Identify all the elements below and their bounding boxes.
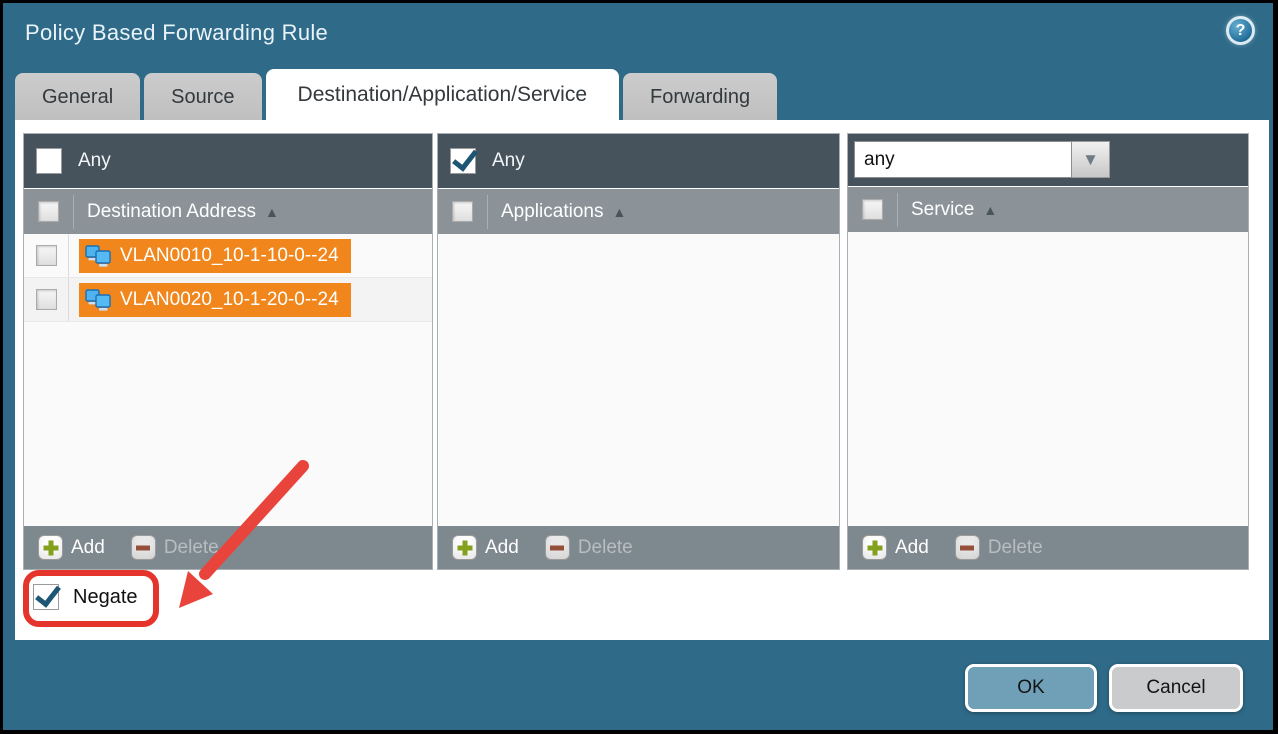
tab-source[interactable]: Source <box>144 73 261 121</box>
table-row[interactable]: VLAN0010_10-1-10-0--24 <box>24 234 432 278</box>
destination-list: VLAN0010_10-1-10-0--24 VLAN <box>24 234 432 525</box>
service-dropdown-row: ▼ <box>848 134 1248 186</box>
destination-any-checkbox[interactable] <box>36 148 62 174</box>
add-button[interactable]: Add <box>38 535 105 560</box>
header-divider <box>897 193 898 227</box>
header-divider <box>487 195 488 229</box>
tab-bar: General Source Destination/Application/S… <box>15 65 777 121</box>
add-button[interactable]: Add <box>452 535 519 560</box>
destination-column-title: Destination Address <box>87 201 256 223</box>
applications-any-label: Any <box>492 150 525 172</box>
service-dropdown-input[interactable] <box>854 141 1072 178</box>
address-chip: VLAN0020_10-1-20-0--24 <box>79 283 351 317</box>
delete-icon <box>955 535 980 560</box>
add-icon <box>452 535 477 560</box>
dialog-title: Policy Based Forwarding Rule <box>25 20 328 46</box>
sort-asc-icon: ▲ <box>983 203 997 217</box>
row-checkbox[interactable] <box>36 245 57 266</box>
service-dropdown-button[interactable]: ▼ <box>1072 141 1110 178</box>
delete-button[interactable]: Delete <box>131 535 219 560</box>
applications-toolbar: Add Delete <box>438 525 839 569</box>
destination-any-header: Any <box>24 134 432 188</box>
negate-control: Negate <box>33 584 138 610</box>
service-column-title: Service <box>911 199 974 221</box>
service-panel: ▼ Service ▲ Add Delete <box>847 133 1249 570</box>
table-row[interactable]: VLAN0020_10-1-20-0--24 <box>24 278 432 322</box>
negate-checkbox[interactable] <box>33 584 59 610</box>
pbf-rule-dialog: Policy Based Forwarding Rule ? General S… <box>3 3 1273 730</box>
delete-button[interactable]: Delete <box>545 535 633 560</box>
destination-select-all-checkbox[interactable] <box>38 201 59 222</box>
delete-icon <box>131 535 156 560</box>
delete-button[interactable]: Delete <box>955 535 1043 560</box>
destination-sort-header[interactable]: Destination Address ▲ <box>87 201 279 223</box>
service-select-all-checkbox[interactable] <box>862 199 883 220</box>
add-icon <box>38 535 63 560</box>
add-button[interactable]: Add <box>862 535 929 560</box>
ok-button[interactable]: OK <box>965 664 1097 712</box>
address-chip: VLAN0010_10-1-10-0--24 <box>79 239 351 273</box>
applications-column-title: Applications <box>501 201 603 223</box>
chevron-down-icon: ▼ <box>1082 151 1099 168</box>
tab-content: Any Destination Address ▲ <box>15 120 1269 640</box>
network-address-icon <box>85 244 112 268</box>
tab-general[interactable]: General <box>15 73 140 121</box>
applications-select-all-checkbox[interactable] <box>452 201 473 222</box>
applications-panel: Any Applications ▲ Add Delete <box>437 133 840 570</box>
tab-forwarding[interactable]: Forwarding <box>623 73 777 121</box>
destination-address-panel: Any Destination Address ▲ <box>23 133 433 570</box>
applications-sort-header[interactable]: Applications ▲ <box>501 201 626 223</box>
network-address-icon <box>85 288 112 312</box>
delete-icon <box>545 535 570 560</box>
row-checkbox[interactable] <box>36 289 57 310</box>
destination-any-label: Any <box>78 150 111 172</box>
sort-asc-icon: ▲ <box>612 205 626 219</box>
tab-destination-application-service[interactable]: Destination/Application/Service <box>266 69 620 121</box>
dialog-titlebar: Policy Based Forwarding Rule ? <box>3 3 1273 65</box>
service-column-header: Service ▲ <box>848 186 1248 232</box>
cancel-button[interactable]: Cancel <box>1109 664 1243 712</box>
negate-label: Negate <box>73 586 138 609</box>
applications-list <box>438 234 839 525</box>
address-chip-label: VLAN0020_10-1-20-0--24 <box>120 289 339 311</box>
service-toolbar: Add Delete <box>848 525 1248 569</box>
help-icon[interactable]: ? <box>1226 16 1255 45</box>
service-sort-header[interactable]: Service ▲ <box>911 199 997 221</box>
applications-any-header: Any <box>438 134 839 188</box>
service-list <box>848 232 1248 525</box>
add-icon <box>862 535 887 560</box>
destination-column-header: Destination Address ▲ <box>24 188 432 234</box>
applications-any-checkbox[interactable] <box>450 148 476 174</box>
sort-asc-icon: ▲ <box>265 205 279 219</box>
destination-toolbar: Add Delete <box>24 525 432 569</box>
applications-column-header: Applications ▲ <box>438 188 839 234</box>
header-divider <box>73 195 74 229</box>
address-chip-label: VLAN0010_10-1-10-0--24 <box>120 245 339 267</box>
